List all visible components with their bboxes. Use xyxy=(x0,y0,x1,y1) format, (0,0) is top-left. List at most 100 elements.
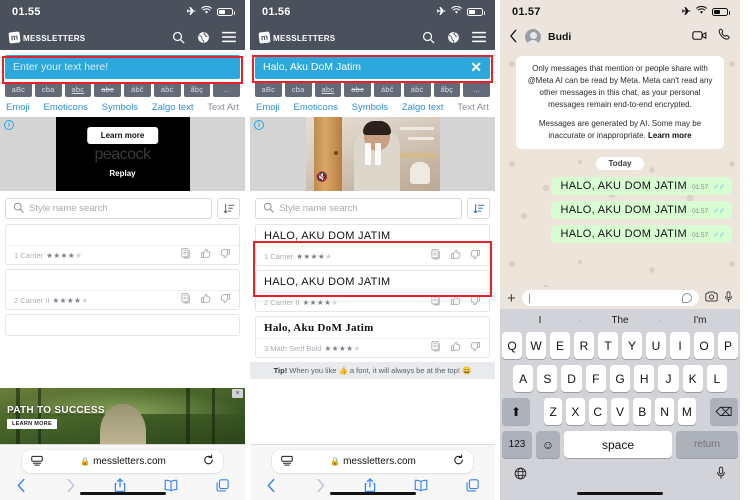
reader-view-icon[interactable] xyxy=(281,453,293,471)
key-y[interactable]: Y xyxy=(622,332,642,359)
key-f[interactable]: F xyxy=(585,365,606,392)
thumbs-down-icon[interactable] xyxy=(470,341,481,355)
thumbs-down-icon[interactable] xyxy=(220,248,231,262)
ad-video-player[interactable]: 🔇 xyxy=(305,117,440,191)
globe-icon[interactable] xyxy=(514,467,527,483)
style-chip[interactable]: abc xyxy=(64,82,92,97)
thumbs-up-icon[interactable] xyxy=(450,341,461,355)
back-chevron-icon[interactable] xyxy=(16,478,27,496)
reader-view-icon[interactable] xyxy=(31,453,43,471)
link-text-art[interactable]: Text Art xyxy=(207,102,239,113)
ad-video-player[interactable]: peacock Learn more Replay xyxy=(55,117,190,191)
font-card[interactable]: 1 Carrier ★★★★★ xyxy=(5,224,240,265)
key-v[interactable]: V xyxy=(610,398,630,425)
font-card[interactable]: HALO, AKU DOM JATIM 2 Carrier II ★★★★★ xyxy=(255,270,490,312)
globe-icon[interactable] xyxy=(447,31,460,44)
link-symbols[interactable]: Symbols xyxy=(102,102,138,113)
suggestion-item[interactable]: I xyxy=(500,315,580,326)
tabs-icon[interactable] xyxy=(216,479,229,495)
shift-key[interactable]: ⬆ xyxy=(502,398,531,425)
key-e[interactable]: E xyxy=(550,332,570,359)
thumbs-down-icon[interactable] xyxy=(470,249,481,263)
style-chip[interactable]: aBc xyxy=(255,82,282,97)
message-input[interactable] xyxy=(521,290,699,306)
thumbs-up-icon[interactable] xyxy=(200,293,211,307)
link-emoji[interactable]: Emoji xyxy=(256,102,280,113)
link-symbols[interactable]: Symbols xyxy=(352,102,388,113)
site-logo[interactable]: m messletters xyxy=(258,30,335,44)
space-key[interactable]: space xyxy=(564,431,672,458)
back-chevron-icon[interactable] xyxy=(509,29,518,45)
font-card[interactable]: Halo, Aku DoM Jatim 3 Math Serif Bold ★★… xyxy=(255,316,490,358)
hamburger-menu-icon[interactable] xyxy=(222,31,236,43)
text-input-2[interactable]: Halo, Aku DoM Jatim ✕ xyxy=(255,55,490,79)
key-s[interactable]: S xyxy=(537,365,558,392)
copy-icon[interactable] xyxy=(181,293,191,307)
backspace-key[interactable]: ⌫ xyxy=(709,398,738,425)
suggestion-item[interactable]: I'm xyxy=(660,315,740,326)
message-bubble[interactable]: HALO, AKU DOM JATIM 01.57 ✓✓ xyxy=(551,201,732,219)
banner-cta-button[interactable]: LEARN MORE xyxy=(7,419,57,429)
key-o[interactable]: O xyxy=(694,332,714,359)
thumbs-up-icon[interactable] xyxy=(200,248,211,262)
link-zalgo-text[interactable]: Zalgo text xyxy=(402,102,444,113)
address-bar-1[interactable]: 🔒 messletters.com xyxy=(22,450,223,473)
return-key[interactable]: return xyxy=(676,431,738,458)
camera-icon[interactable] xyxy=(705,291,718,305)
key-h[interactable]: H xyxy=(634,365,655,392)
key-d[interactable]: D xyxy=(561,365,582,392)
style-chip[interactable]: abc xyxy=(94,82,121,97)
sort-icon[interactable] xyxy=(217,198,240,219)
microphone-icon[interactable] xyxy=(724,290,733,306)
style-search-input-1[interactable]: Style name search xyxy=(5,198,212,219)
style-chip[interactable]: ȧḃċ xyxy=(153,82,181,97)
clear-input-icon[interactable]: ✕ xyxy=(470,60,482,74)
sticker-icon[interactable] xyxy=(682,293,692,303)
advertisement-video-2[interactable]: i 🔇 xyxy=(250,117,495,191)
key-l[interactable]: L xyxy=(706,365,727,392)
font-card[interactable]: 2 Carrier II ★★★★★ xyxy=(5,269,240,310)
voice-call-icon[interactable] xyxy=(718,28,731,46)
ad-info-icon[interactable]: i xyxy=(254,120,264,130)
style-chip[interactable]: cba xyxy=(284,82,312,97)
key-g[interactable]: G xyxy=(609,365,631,392)
copy-icon[interactable] xyxy=(431,341,441,355)
suggestion-item[interactable]: The xyxy=(580,315,660,326)
font-card[interactable] xyxy=(5,314,240,336)
key-a[interactable]: A xyxy=(513,365,534,392)
link-emoticons[interactable]: Emoticons xyxy=(294,102,338,113)
key-i[interactable]: I xyxy=(670,332,690,359)
style-chip[interactable]: ȧḃċ xyxy=(403,82,431,97)
back-chevron-icon[interactable] xyxy=(266,478,277,496)
key-q[interactable]: Q xyxy=(502,332,522,359)
key-w[interactable]: W xyxy=(526,332,546,359)
address-bar-2[interactable]: 🔒 messletters.com xyxy=(272,450,473,473)
key-u[interactable]: U xyxy=(646,332,666,359)
link-text-art[interactable]: Text Art xyxy=(457,102,489,113)
style-chip[interactable]: aBc xyxy=(5,82,32,97)
advertisement-video-1[interactable]: i peacock Learn more Replay xyxy=(0,117,245,191)
search-icon[interactable] xyxy=(422,31,435,44)
microphone-icon[interactable] xyxy=(716,466,726,483)
copy-icon[interactable] xyxy=(431,249,441,263)
key-b[interactable]: B xyxy=(633,398,652,425)
key-n[interactable]: N xyxy=(655,398,674,425)
link-emoticons[interactable]: Emoticons xyxy=(44,102,88,113)
sort-icon[interactable] xyxy=(467,198,490,219)
video-call-icon[interactable] xyxy=(692,28,707,46)
style-chip[interactable]: ẩḅç xyxy=(183,82,211,97)
thumbs-down-icon[interactable] xyxy=(220,293,231,307)
thumbs-up-icon[interactable] xyxy=(450,295,461,309)
message-bubble[interactable]: HALO, AKU DOM JATIM 01.57 ✓✓ xyxy=(551,177,732,195)
style-chip[interactable]: ábč xyxy=(374,82,401,97)
search-icon[interactable] xyxy=(172,31,185,44)
text-input-1[interactable]: Enter your text here! xyxy=(5,55,240,79)
message-bubble[interactable]: HALO, AKU DOM JATIM 01.57 ✓✓ xyxy=(551,225,732,243)
link-emoji[interactable]: Emoji xyxy=(6,102,30,113)
mute-icon[interactable]: 🔇 xyxy=(316,172,328,183)
ad-info-icon[interactable]: i xyxy=(4,120,14,130)
key-x[interactable]: X xyxy=(566,398,585,425)
ad-learn-more-button[interactable]: Learn more xyxy=(86,127,159,144)
reload-icon[interactable] xyxy=(203,453,214,471)
tabs-icon[interactable] xyxy=(466,479,479,495)
